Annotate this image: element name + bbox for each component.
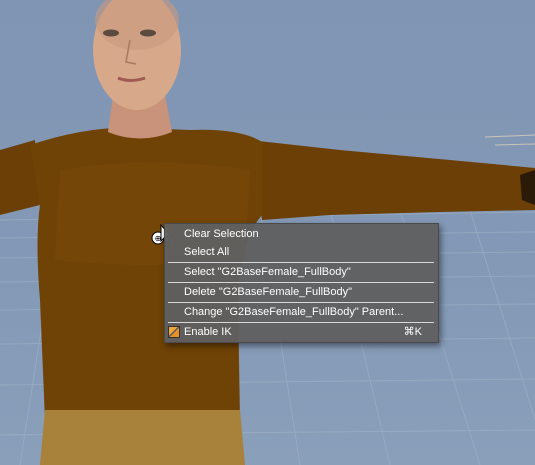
- context-menu: Clear Selection Select All Select "G2Bas…: [164, 223, 439, 343]
- right-eye: [140, 29, 156, 37]
- ik-icon: [168, 326, 180, 338]
- menu-item-label: Clear Selection: [184, 228, 259, 240]
- menu-item-select-figure[interactable]: Select "G2BaseFemale_FullBody": [165, 264, 438, 280]
- menu-item-label: Select "G2BaseFemale_FullBody": [184, 266, 351, 278]
- menu-item-enable-ik[interactable]: Enable IK ⌘K: [165, 324, 438, 340]
- menu-item-change-parent[interactable]: Change "G2BaseFemale_FullBody" Parent...: [165, 304, 438, 320]
- menu-item-select-all[interactable]: Select All: [165, 244, 438, 260]
- menu-item-label: Change "G2BaseFemale_FullBody" Parent...: [184, 306, 404, 318]
- pants: [40, 410, 245, 465]
- light-guide: [484, 134, 535, 146]
- menu-item-label: Select All: [184, 246, 230, 258]
- menu-separator: [168, 322, 434, 323]
- menu-separator: [168, 282, 434, 283]
- menu-separator: [168, 262, 434, 263]
- menu-item-label: Enable IK: [184, 326, 232, 338]
- menu-item-label: Delete "G2BaseFemale_FullBody": [184, 286, 353, 298]
- menu-item-shortcut: ⌘K: [403, 326, 422, 338]
- right-arm: [250, 140, 535, 220]
- menu-item-delete-figure[interactable]: Delete "G2BaseFemale_FullBody": [165, 284, 438, 300]
- svg-text:⊕: ⊕: [155, 234, 162, 243]
- menu-separator: [168, 302, 434, 303]
- menu-item-clear-selection[interactable]: Clear Selection: [165, 226, 438, 242]
- right-hand: [520, 170, 535, 205]
- left-eye: [103, 29, 119, 37]
